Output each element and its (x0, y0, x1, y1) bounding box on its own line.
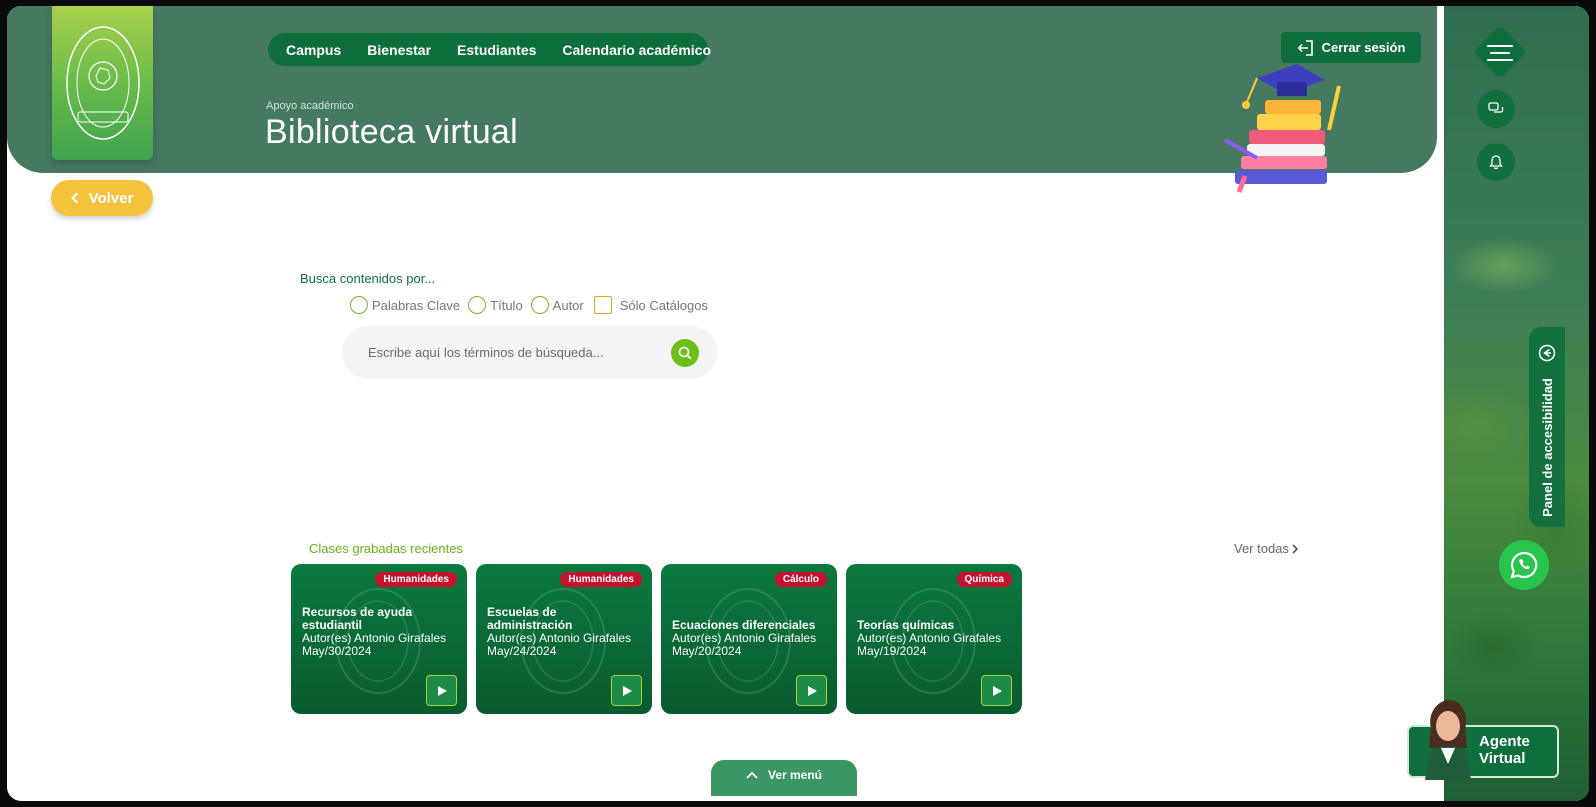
class-card[interactable]: Humanidades Recursos de ayuda estudianti… (291, 564, 467, 714)
class-date: May/30/2024 (302, 644, 372, 658)
logout-icon (1297, 39, 1313, 56)
category-badge: Humanidades (560, 572, 642, 587)
category-badge: Humanidades (375, 572, 457, 587)
class-card[interactable]: Cálculo Ecuaciones diferenciales Autor(e… (661, 564, 837, 714)
class-card[interactable]: Humanidades Escuelas de administración A… (476, 564, 652, 714)
chat-button[interactable] (1477, 90, 1515, 128)
option-keywords[interactable]: Palabras Clave (350, 296, 460, 314)
agent-label-line2: Virtual (1479, 750, 1526, 767)
class-card[interactable]: Química Teorías químicas Autor(es) Anton… (846, 564, 1022, 714)
class-title: Recursos de ayuda estudiantil (302, 605, 413, 632)
app-frame: Campus Bienestar Estudiantes Calendario … (7, 6, 1589, 801)
play-button[interactable] (796, 675, 827, 706)
chevron-up-icon (746, 771, 758, 779)
play-button[interactable] (981, 675, 1012, 706)
search-button[interactable] (671, 339, 699, 367)
main-nav: Campus Bienestar Estudiantes Calendario … (268, 33, 711, 66)
search-icon (678, 346, 692, 360)
class-date: May/20/2024 (672, 644, 742, 658)
nav-estudiantes[interactable]: Estudiantes (457, 42, 536, 58)
agent-label-line1: Agente (1479, 733, 1530, 750)
see-all-link[interactable]: Ver todas (1234, 541, 1298, 556)
chat-icon (1488, 102, 1504, 113)
radio-keywords[interactable] (350, 296, 368, 314)
search-label: Busca contenidos por... (300, 271, 436, 286)
search-input[interactable] (368, 345, 658, 360)
page-title: Biblioteca virtual (265, 113, 518, 151)
radio-title[interactable] (468, 296, 487, 314)
search-box (342, 326, 717, 379)
university-logo[interactable] (52, 6, 153, 160)
catalogs-checkbox[interactable] (593, 296, 612, 314)
hamburger-icon (1484, 38, 1516, 68)
nav-campus[interactable]: Campus (286, 42, 341, 58)
class-date: May/19/2024 (857, 644, 927, 658)
back-button[interactable]: Volver (51, 180, 153, 216)
whatsapp-icon (1510, 551, 1538, 579)
option-title[interactable]: Título (468, 296, 523, 314)
chevron-left-icon (70, 192, 78, 204)
notifications-button[interactable] (1477, 143, 1515, 181)
recent-classes-list: Humanidades Recursos de ayuda estudianti… (291, 564, 1022, 714)
books-illustration (1224, 64, 1341, 193)
right-sidebar (1444, 6, 1589, 801)
catalogs-label: Sólo Catálogos (619, 297, 708, 313)
agent-avatar (1425, 700, 1471, 780)
back-label: Volver (88, 189, 134, 207)
category-badge: Cálculo (774, 572, 827, 587)
play-button[interactable] (426, 675, 457, 706)
play-icon (622, 685, 632, 696)
whatsapp-button[interactable] (1499, 540, 1549, 590)
radio-author[interactable] (530, 296, 549, 314)
chevron-right-icon (1292, 543, 1298, 554)
option-title-label: Título (490, 297, 523, 313)
class-title: Escuelas de administración (487, 605, 573, 632)
page-subtitle: Apoyo académico (266, 100, 354, 112)
accessibility-panel-tab[interactable]: Panel de accesibilidad (1529, 327, 1565, 527)
option-keywords-label: Palabras Clave (372, 297, 461, 313)
nav-calendario[interactable]: Calendario académico (562, 42, 711, 58)
recent-classes-title: Clases grabadas recientes (309, 541, 463, 556)
accessibility-label: Panel de accesibilidad (1539, 377, 1555, 517)
logout-label: Cerrar sesión (1321, 40, 1406, 55)
option-author[interactable]: Autor (530, 296, 584, 314)
bell-icon (1489, 155, 1503, 170)
option-author-label: Autor (552, 297, 584, 313)
category-badge: Química (956, 572, 1012, 587)
search-options: Palabras Clave Título Autor Sólo Catálog… (350, 296, 716, 314)
show-menu-button[interactable]: Ver menú (711, 760, 857, 796)
play-icon (807, 685, 817, 696)
class-date: May/24/2024 (487, 644, 557, 658)
play-icon (437, 685, 447, 696)
nav-bienestar[interactable]: Bienestar (367, 42, 431, 58)
play-icon (992, 685, 1002, 696)
option-catalogs[interactable]: Sólo Catálogos (592, 296, 708, 314)
show-menu-label: Ver menú (767, 768, 823, 782)
see-all-label: Ver todas (1234, 541, 1289, 556)
play-button[interactable] (611, 675, 642, 706)
